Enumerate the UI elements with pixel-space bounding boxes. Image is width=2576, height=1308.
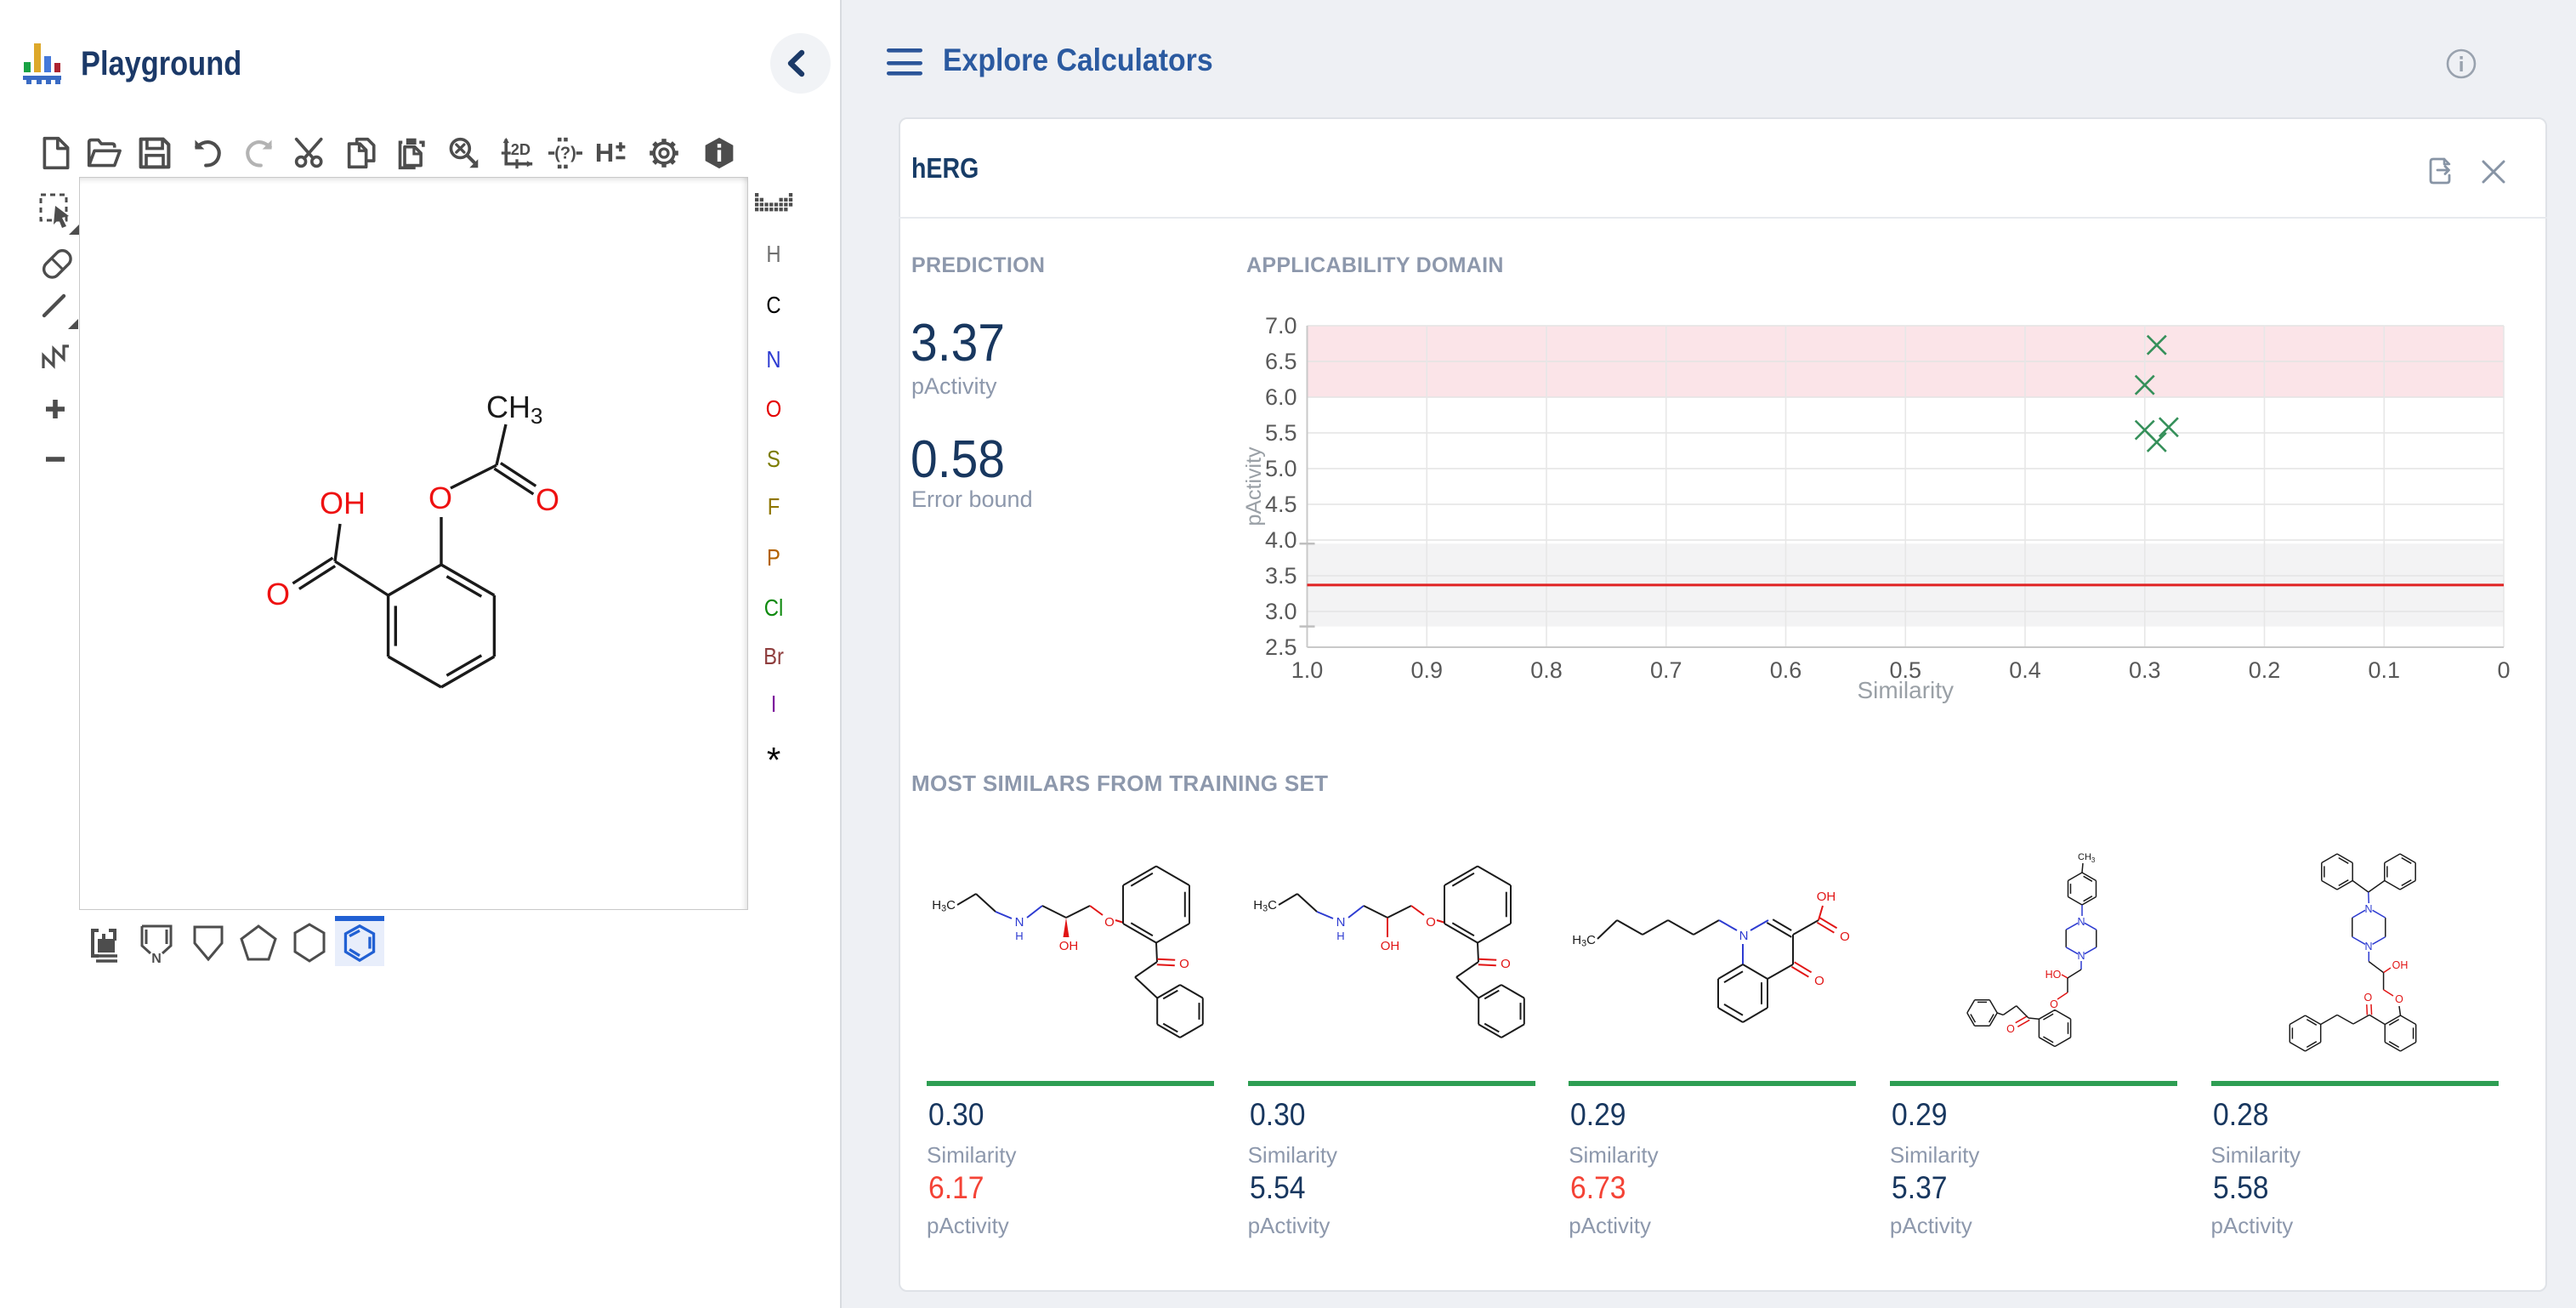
svg-text:0.4: 0.4 bbox=[2009, 657, 2041, 683]
svg-text:OH: OH bbox=[1059, 939, 1079, 953]
svg-text:O: O bbox=[2363, 992, 2372, 1004]
svg-text:N: N bbox=[1336, 915, 1345, 930]
svg-text:5.5: 5.5 bbox=[1265, 420, 1297, 446]
svg-text:N: N bbox=[2077, 950, 2085, 962]
svg-text:0.1: 0.1 bbox=[2368, 657, 2400, 683]
svg-text:3.0: 3.0 bbox=[1265, 599, 1297, 624]
svg-text:H: H bbox=[1336, 930, 1344, 942]
svg-text:pActivity: pActivity bbox=[1242, 446, 1266, 526]
svg-text:O: O bbox=[2050, 998, 2058, 1010]
svg-text:7.0: 7.0 bbox=[1265, 313, 1297, 338]
svg-text:(?): (?) bbox=[554, 144, 576, 162]
svg-text:H: H bbox=[595, 138, 614, 168]
svg-text:HO: HO bbox=[2045, 969, 2062, 981]
svg-text:N: N bbox=[2077, 916, 2085, 928]
svg-text:CH3: CH3 bbox=[2078, 852, 2096, 864]
svg-text:0.6: 0.6 bbox=[1770, 657, 1802, 683]
svg-text:O: O bbox=[1501, 957, 1511, 971]
svg-text:O: O bbox=[1840, 930, 1850, 944]
svg-text:0.7: 0.7 bbox=[1650, 657, 1682, 683]
svg-text:O: O bbox=[1104, 915, 1115, 930]
svg-text:2.5: 2.5 bbox=[1265, 634, 1297, 660]
svg-text:OH: OH bbox=[2392, 959, 2408, 971]
svg-text:0.9: 0.9 bbox=[1410, 657, 1443, 683]
svg-text:5.0: 5.0 bbox=[1265, 456, 1297, 481]
svg-text:H3C: H3C bbox=[1253, 898, 1277, 914]
svg-text:0.8: 0.8 bbox=[1530, 657, 1563, 683]
svg-text:1.0: 1.0 bbox=[1291, 657, 1324, 683]
svg-text:4.0: 4.0 bbox=[1265, 527, 1297, 553]
svg-text:N: N bbox=[1739, 929, 1749, 943]
svg-text:H: H bbox=[1015, 930, 1023, 942]
svg-text:6.5: 6.5 bbox=[1265, 349, 1297, 374]
svg-text:O: O bbox=[2395, 993, 2403, 1005]
svg-text:6.0: 6.0 bbox=[1265, 384, 1297, 410]
svg-text:N: N bbox=[2364, 941, 2372, 953]
svg-text:CH3: CH3 bbox=[486, 390, 542, 429]
svg-text:O: O bbox=[266, 577, 290, 611]
svg-text:OH: OH bbox=[1817, 890, 1836, 904]
svg-text:0.2: 0.2 bbox=[2249, 657, 2281, 683]
svg-text:0.3: 0.3 bbox=[2129, 657, 2161, 683]
svg-text:0: 0 bbox=[2497, 657, 2510, 683]
svg-text:OH: OH bbox=[320, 486, 366, 520]
svg-text:N: N bbox=[2364, 903, 2372, 915]
svg-text:Similarity: Similarity bbox=[1857, 677, 1954, 703]
svg-text:N: N bbox=[1015, 915, 1024, 930]
svg-text:O: O bbox=[1426, 915, 1436, 930]
svg-text:4.5: 4.5 bbox=[1265, 492, 1297, 517]
svg-text:H3C: H3C bbox=[932, 898, 956, 914]
svg-text:2D: 2D bbox=[511, 141, 531, 158]
svg-text:O: O bbox=[428, 481, 452, 515]
svg-text:O: O bbox=[1179, 957, 1189, 971]
svg-text:3.5: 3.5 bbox=[1265, 563, 1297, 589]
svg-text:O: O bbox=[2006, 1023, 2015, 1035]
svg-text:N: N bbox=[151, 952, 162, 964]
svg-text:O: O bbox=[1814, 974, 1824, 988]
svg-text:H3C: H3C bbox=[1572, 933, 1596, 949]
svg-text:O: O bbox=[536, 482, 559, 517]
svg-text:OH: OH bbox=[1380, 939, 1399, 953]
